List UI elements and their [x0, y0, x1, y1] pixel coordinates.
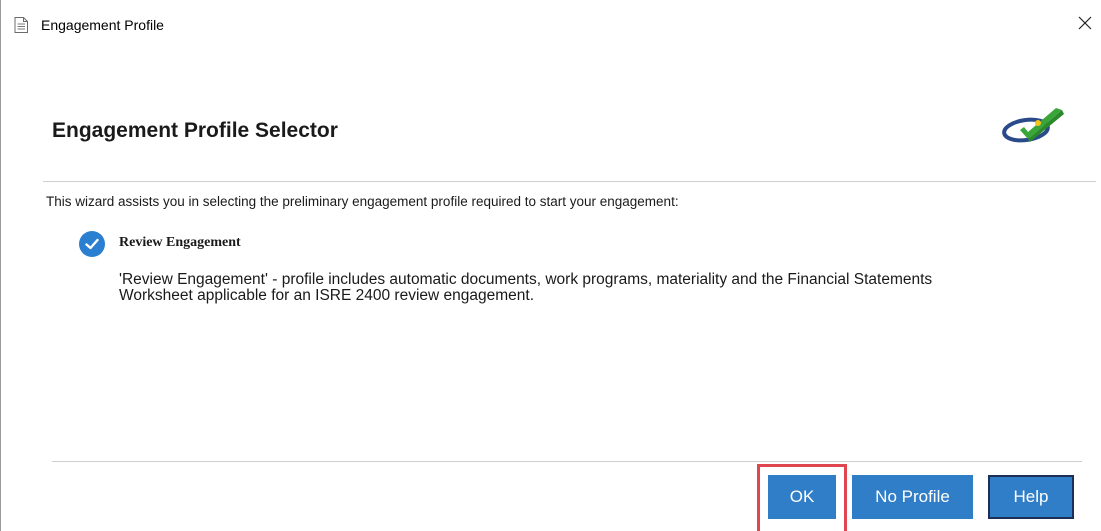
window-border	[0, 0, 1, 531]
option-description: 'Review Engagement' - profile includes a…	[119, 272, 1079, 304]
footer-divider	[52, 461, 1082, 462]
description-line-2: Worksheet applicable for an ISRE 2400 re…	[119, 287, 535, 304]
engagement-profile-dialog: Engagement Profile Engagement Profile Se…	[0, 0, 1101, 531]
option-review-engagement[interactable]: Review Engagement	[79, 230, 1069, 260]
checkmark-logo-icon	[1000, 106, 1070, 146]
window-title: Engagement Profile	[41, 17, 164, 33]
document-icon	[14, 17, 28, 33]
no-profile-button[interactable]: No Profile	[852, 475, 973, 519]
help-button[interactable]: Help	[988, 475, 1074, 519]
close-button[interactable]	[1069, 8, 1101, 42]
ok-button[interactable]: OK	[768, 475, 836, 519]
page-title: Engagement Profile Selector	[52, 119, 338, 142]
title-bar: Engagement Profile	[1, 0, 1101, 52]
intro-text: This wizard assists you in selecting the…	[46, 194, 679, 209]
header-divider	[43, 181, 1096, 182]
close-icon	[1078, 16, 1092, 35]
check-circle-icon	[79, 231, 105, 257]
option-label: Review Engagement	[119, 235, 241, 250]
description-line-1: 'Review Engagement' - profile includes a…	[119, 271, 933, 288]
